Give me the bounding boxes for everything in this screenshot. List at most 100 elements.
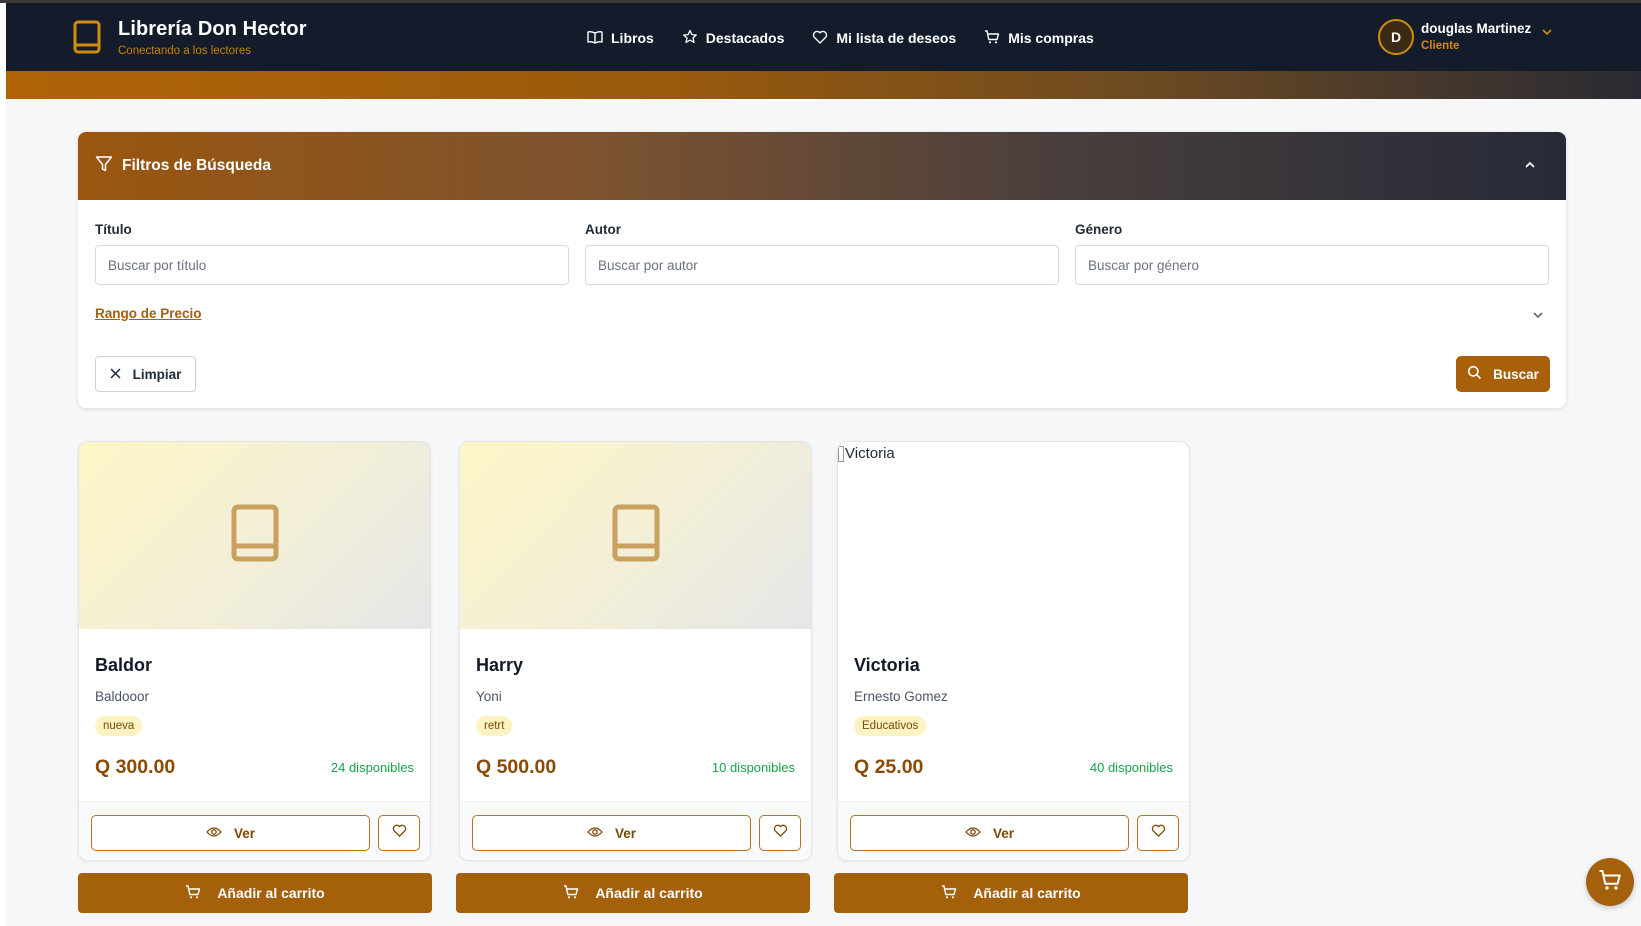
- book-author: Yoni: [476, 689, 502, 704]
- book-title: Baldor: [95, 655, 153, 675]
- book-card: Baldor Baldooor nueva Q 300.00 24 dispon…: [78, 441, 431, 861]
- user-name: douglas Martinez: [1421, 21, 1532, 36]
- genre-filter-label: Género: [1075, 222, 1123, 237]
- chevron-up-icon[interactable]: [1524, 158, 1536, 176]
- filters-title: Filtros de Búsqueda: [122, 157, 271, 174]
- avatar: D: [1378, 19, 1414, 55]
- book-icon: [72, 17, 104, 61]
- genre-filter: Género: [1075, 222, 1549, 285]
- view-button[interactable]: Ver: [472, 815, 751, 851]
- cart-icon: [1598, 868, 1622, 897]
- title-filter-label: Título: [95, 222, 132, 237]
- heart-icon: [1151, 823, 1166, 843]
- add-to-cart-button[interactable]: Añadir al carrito: [78, 873, 432, 913]
- user-role: Cliente: [1421, 40, 1460, 52]
- cart-icon: [185, 884, 217, 903]
- card-actions: Ver: [838, 801, 1189, 860]
- title-filter: Título: [95, 222, 569, 285]
- card-actions: Ver: [79, 801, 430, 860]
- title-search-input[interactable]: [95, 245, 569, 285]
- heart-icon: [812, 29, 836, 48]
- book-card: Harry Yoni retrt Q 500.00 10 disponibles…: [459, 441, 812, 861]
- hero-banner: [6, 71, 1641, 99]
- cart-icon: [984, 29, 1008, 48]
- nav-destacados-label: Destacados: [705, 30, 785, 46]
- search-icon: [1467, 365, 1493, 383]
- book-card: Victoria Victoria Ernesto Gomez Educativ…: [837, 441, 1190, 861]
- nav-mis-compras-label: Mis compras: [1008, 30, 1094, 46]
- book-icon: [230, 503, 280, 568]
- add-to-cart-label: Añadir al carrito: [595, 885, 703, 901]
- search-button[interactable]: Buscar: [1456, 356, 1550, 392]
- eye-icon: [587, 826, 615, 841]
- user-menu[interactable]: D douglas Martinez Cliente: [1378, 19, 1553, 55]
- book-cover-placeholder: [460, 442, 811, 629]
- view-button[interactable]: Ver: [91, 815, 370, 851]
- card-actions: Ver: [460, 801, 811, 860]
- nav-destacados[interactable]: Destacados: [682, 25, 785, 51]
- stock-count: 24 disponibles: [330, 760, 414, 775]
- view-button-label: Ver: [614, 825, 637, 841]
- chevron-down-icon: [1541, 25, 1553, 43]
- nav-wishlist[interactable]: Mi lista de deseos: [812, 25, 956, 51]
- book-author: Ernesto Gomez: [854, 689, 948, 704]
- search-button-label: Buscar: [1493, 366, 1539, 382]
- nav-libros[interactable]: Libros: [587, 25, 654, 51]
- add-to-cart-button[interactable]: Añadir al carrito: [834, 873, 1188, 913]
- heart-icon: [773, 823, 788, 843]
- stock-count: 10 disponibles: [711, 760, 795, 775]
- genre-search-input[interactable]: [1075, 245, 1549, 285]
- brand-title: Librería Don Hector: [118, 18, 307, 40]
- book-author: Baldooor: [95, 689, 150, 704]
- nav-mis-compras[interactable]: Mis compras: [984, 25, 1094, 51]
- book-cover-placeholder: [79, 442, 430, 629]
- price-range-toggle[interactable]: Rango de Precio: [95, 306, 202, 321]
- heart-icon: [392, 823, 407, 843]
- search-filters-panel: Filtros de Búsqueda Título Autor Género …: [78, 132, 1566, 408]
- book-cover-image: Victoria: [838, 442, 1189, 629]
- genre-badge: Educativos: [854, 716, 927, 736]
- chevron-down-icon[interactable]: [1532, 308, 1544, 326]
- view-button-label: Ver: [233, 825, 256, 841]
- nav-wishlist-label: Mi lista de deseos: [836, 30, 957, 46]
- brand-subtitle: Conectando a los lectores: [118, 45, 251, 57]
- cart-icon: [563, 884, 595, 903]
- author-search-input[interactable]: [585, 245, 1059, 285]
- book-price: Q 300.00: [95, 756, 176, 778]
- add-to-cart-button[interactable]: Añadir al carrito: [456, 873, 810, 913]
- view-button[interactable]: Ver: [850, 815, 1129, 851]
- genre-badge: nueva: [95, 716, 143, 736]
- cart-icon: [941, 884, 973, 903]
- add-to-cart-label: Añadir al carrito: [217, 885, 325, 901]
- floating-cart-button[interactable]: [1586, 858, 1634, 906]
- book-title: Harry: [476, 655, 524, 675]
- clear-button-label: Limpiar: [132, 366, 182, 382]
- book-cover-alt-text: Victoria: [845, 445, 895, 462]
- book-price: Q 500.00: [476, 756, 557, 778]
- eye-icon: [206, 826, 234, 841]
- book-icon: [611, 503, 661, 568]
- eye-icon: [965, 826, 993, 841]
- add-to-wishlist-button[interactable]: [759, 815, 801, 851]
- nav-libros-label: Libros: [611, 30, 654, 46]
- genre-badge: retrt: [476, 716, 513, 736]
- open-book-icon: [587, 29, 611, 48]
- stock-count: 40 disponibles: [1089, 760, 1173, 775]
- view-button-label: Ver: [992, 825, 1015, 841]
- book-price: Q 25.00: [854, 756, 924, 778]
- author-filter: Autor: [585, 222, 1059, 285]
- close-icon: [110, 367, 133, 382]
- filter-icon: [95, 155, 113, 178]
- navbar: Librería Don Hector Conectando a los lec…: [6, 3, 1641, 71]
- brand[interactable]: Librería Don Hector Conectando a los lec…: [72, 17, 307, 61]
- add-to-wishlist-button[interactable]: [1137, 815, 1179, 851]
- add-to-wishlist-button[interactable]: [378, 815, 420, 851]
- main-nav: Libros Destacados Mi lista de deseos Mis…: [587, 25, 1122, 51]
- clear-button[interactable]: Limpiar: [95, 356, 196, 392]
- add-to-cart-label: Añadir al carrito: [973, 885, 1081, 901]
- author-filter-label: Autor: [585, 222, 621, 237]
- broken-image-icon: Victoria: [838, 445, 895, 462]
- star-icon: [682, 29, 706, 48]
- filters-header[interactable]: Filtros de Búsqueda: [78, 132, 1566, 200]
- book-title: Victoria: [854, 655, 920, 675]
